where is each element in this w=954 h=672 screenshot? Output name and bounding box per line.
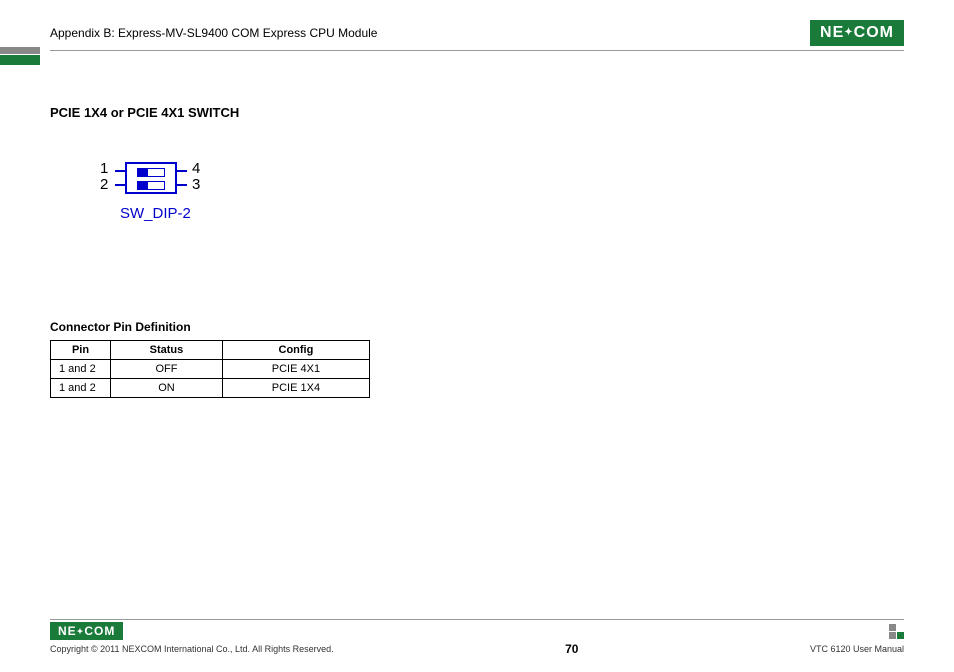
- table-title: Connector Pin Definition: [50, 320, 904, 334]
- table-row: 1 and 2 ON PCIE 1X4: [51, 379, 370, 398]
- pin-2-label: 2: [100, 176, 108, 193]
- pin-line: [115, 170, 125, 172]
- brand-logo-top: NE✦COM: [810, 20, 904, 46]
- dip-slot-2: [137, 181, 165, 190]
- brand-logo-bottom: NE✦COM: [50, 622, 123, 640]
- pin-4-label: 4: [192, 160, 200, 177]
- accent-bar: [0, 55, 40, 65]
- col-pin: Pin: [51, 341, 111, 360]
- dip-label: SW_DIP-2: [120, 205, 191, 222]
- pin-definition-table: Pin Status Config 1 and 2 OFF PCIE 4X1 1…: [50, 340, 370, 398]
- section-title: PCIE 1X4 or PCIE 4X1 SWITCH: [50, 105, 904, 120]
- cell-pin: 1 and 2: [51, 360, 111, 379]
- cell-config: PCIE 4X1: [222, 360, 369, 379]
- dip-slot-1: [137, 168, 165, 177]
- copyright-text: Copyright © 2011 NEXCOM International Co…: [50, 644, 334, 654]
- pin-line: [115, 184, 125, 186]
- cell-pin: 1 and 2: [51, 379, 111, 398]
- appendix-title: Appendix B: Express-MV-SL9400 COM Expres…: [50, 26, 377, 40]
- dip-switch-diagram: 1 2 4 3 SW_DIP-2: [70, 160, 230, 240]
- cell-config: PCIE 1X4: [222, 379, 369, 398]
- pin-line: [177, 170, 187, 172]
- pin-3-label: 3: [192, 176, 200, 193]
- page-footer: NE✦COM Copyright © 2011 NEXCOM Internati…: [50, 619, 904, 656]
- doc-title: VTC 6120 User Manual: [810, 644, 904, 654]
- col-status: Status: [111, 341, 223, 360]
- table-row: 1 and 2 OFF PCIE 4X1: [51, 360, 370, 379]
- cell-status: ON: [111, 379, 223, 398]
- dip-body: [125, 162, 177, 194]
- cell-status: OFF: [111, 360, 223, 379]
- pin-line: [177, 184, 187, 186]
- pin-1-label: 1: [100, 160, 108, 177]
- page-number: 70: [565, 642, 578, 656]
- footer-ornament: [889, 624, 904, 639]
- col-config: Config: [222, 341, 369, 360]
